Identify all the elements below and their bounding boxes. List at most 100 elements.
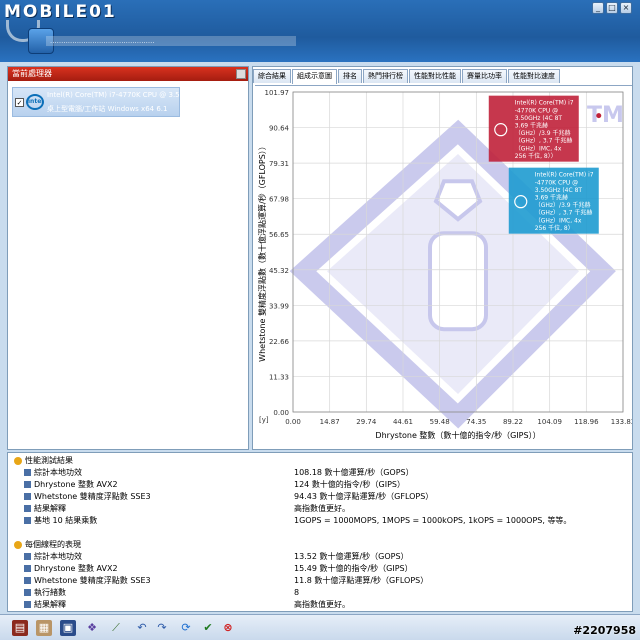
options-icon[interactable]: ❖: [84, 620, 100, 636]
watermark-text: TM: [587, 103, 624, 128]
result-row[interactable]: 結果解釋 高指數值更好。: [24, 599, 624, 610]
result-value: 8: [294, 588, 300, 597]
result-key: Dhrystone 整數 AVX2: [24, 479, 118, 490]
panel-close-button[interactable]: [236, 69, 246, 79]
result-key-label: Whetstone 雙精度浮點數 SSE3: [34, 576, 151, 585]
result-item-icon: [24, 481, 31, 488]
corner-label: [y]: [259, 416, 269, 424]
result-row[interactable]: 結果解釋 高指數值更好。: [24, 503, 624, 514]
cpu-label-text: -4770K CPU @: [515, 107, 558, 114]
processor-panel: 當前處理器 ✓ intel Intel(R) Core(TM) i7-4770K…: [7, 66, 249, 450]
y-tick-label: 22.66: [269, 338, 290, 346]
result-key: 基地 10 結果乘數: [24, 515, 97, 526]
clipboard-icon[interactable]: ▦: [36, 620, 52, 636]
result-key-label: 結果解釋: [34, 504, 66, 513]
tab-power-ratio[interactable]: 賽量比功率: [462, 69, 507, 83]
bottom-toolbar: ▤ ▦ ▣ ❖ ⟋ ↶ ↷ ⟳ ✔ ⊗ #2207958: [0, 614, 640, 640]
tab-composition-chart[interactable]: 組成示意圖: [292, 69, 337, 84]
result-row[interactable]: Whetstone 雙精度浮點數 SSE3 94.43 數十億浮點運算/秒（GFL…: [24, 491, 624, 502]
ok-icon[interactable]: ✔: [200, 620, 216, 636]
tab-overall-results[interactable]: 綜合結果: [253, 69, 291, 83]
cpu-label-text: （GHz）/3.9 千兆赫: [515, 129, 571, 137]
y-tick-label: 90.64: [269, 125, 290, 133]
cpu-label-text: -4770K CPU @: [535, 179, 578, 186]
data-point: [596, 113, 602, 119]
cpu-label-text: 3.50GHz (4C 8T: [515, 115, 563, 122]
scatter-chart: TM 0.00 11.33 22.66 33.99 45.32 56.65 67.98 79.3…: [257, 89, 635, 440]
tab-performance-compare[interactable]: 性能對比性能: [409, 69, 461, 83]
chart-icon[interactable]: ⟋: [108, 620, 124, 636]
result-item-icon: [24, 601, 31, 608]
chart-panel: 綜合結果 組成示意圖 排名 熱門排行榜 性能對比性能 賽量比功率 性能對比速度 …: [252, 66, 635, 450]
result-key: Dhrystone 整數 AVX2: [24, 563, 118, 574]
x-tick-label: 118.96: [574, 418, 599, 426]
result-value: 108.18 數十億運算/秒（GOPS）: [294, 468, 414, 477]
result-row[interactable]: Dhrystone 整數 AVX2 124 數十億的指令/秒（GIPS）: [24, 479, 624, 490]
results-group-per-thread[interactable]: 每個線程的表現: [14, 539, 81, 550]
back-icon[interactable]: ↶: [134, 620, 150, 636]
results-panel: 性能測試結果 每個線程的表現 綜計本地功效 108.18 數十億運算/秒（GOPS…: [7, 452, 633, 612]
watermark-letter: [428, 231, 488, 332]
y-tick-label: 56.65: [269, 231, 289, 239]
y-tick-label: 0.00: [273, 409, 289, 417]
group-icon: [14, 456, 22, 465]
tab-top-list[interactable]: 熱門排行榜: [363, 69, 408, 83]
group-title: 性能測試結果: [25, 456, 73, 465]
result-item-icon: [24, 553, 31, 560]
result-key: 結果解釋: [24, 599, 66, 610]
result-value: 124 數十億的指令/秒（GIPS）: [294, 480, 405, 489]
result-item-icon: [24, 589, 31, 596]
app-logo: MOBILE01: [4, 2, 117, 22]
results-group-benchmark[interactable]: 性能測試結果: [14, 455, 73, 466]
result-row[interactable]: 綜計本地功效 13.52 數十億運算/秒（GOPS）: [24, 551, 624, 562]
result-item-icon: [24, 505, 31, 512]
x-tick-label: 133.83: [611, 418, 632, 426]
close-button[interactable]: ×: [620, 2, 632, 14]
result-item-icon: [24, 565, 31, 572]
x-tick-label: 0.00: [285, 418, 301, 426]
save-icon[interactable]: ▣: [60, 620, 76, 636]
cpu-description: 桌上型電腦/工作站 Windows x64 6.1: [47, 105, 168, 113]
maximize-button[interactable]: □: [606, 2, 618, 14]
result-value: 94.43 數十億浮點運算/秒（GFLOPS）: [294, 492, 434, 501]
group-icon: [14, 540, 22, 549]
result-key-label: 基地 10 結果乘數: [34, 516, 98, 525]
app-subtitle: ........................................…: [46, 36, 296, 46]
result-row[interactable]: 執行緒數 8: [24, 587, 624, 598]
cpu-label-text: Intel(R) Core(TM) i7: [515, 100, 574, 107]
cpu-checkbox[interactable]: ✓: [15, 98, 24, 107]
result-value: 13.52 數十億運算/秒（GOPS）: [294, 552, 409, 561]
x-tick-label: 29.74: [356, 418, 377, 426]
title-bar: MOBILE01 ...............................…: [0, 0, 640, 62]
result-row[interactable]: Whetstone 雙精度浮點數 SSE3 11.8 數十億浮點運算/秒（GFLO…: [24, 575, 624, 586]
refresh-icon[interactable]: ⟳: [178, 620, 194, 636]
cpu-label-text: Intel(R) Core(TM) i7: [535, 172, 594, 179]
result-key-label: 執行緒數: [34, 588, 66, 597]
tab-ranking[interactable]: 排名: [338, 69, 362, 83]
result-row[interactable]: 基地 10 結果乘數 1GOPS = 1000MOPS, 1MOPS = 1000…: [24, 515, 624, 526]
result-row[interactable]: Dhrystone 整數 AVX2 15.49 數十億的指令/秒（GIPS）: [24, 563, 624, 574]
cpu-label-text: 3.69 千兆赫: [535, 193, 568, 201]
result-item-icon: [24, 517, 31, 524]
cpu-label-text: 3.69 千兆赫: [515, 121, 548, 129]
forward-icon[interactable]: ↷: [154, 620, 170, 636]
cpu-label-text: （GHz）, 3.7 千兆赫: [515, 137, 573, 145]
y-tick-label: 67.98: [269, 196, 289, 204]
cpu-label-text: 256 千位, 8）: [535, 224, 574, 232]
processor-panel-title: 當前處理器: [12, 69, 52, 78]
result-value: 15.49 數十億的指令/秒（GIPS）: [294, 564, 413, 573]
cpu-list-item[interactable]: ✓ intel Intel(R) Core(TM) i7-4770K CPU @…: [12, 87, 198, 117]
report-icon[interactable]: ▤: [12, 620, 28, 636]
result-row[interactable]: 綜計本地功效 108.18 數十億運算/秒（GOPS）: [24, 467, 624, 478]
result-value: 高指數值更好。: [294, 504, 350, 513]
cancel-icon[interactable]: ⊗: [220, 620, 236, 636]
result-key-label: Dhrystone 整數 AVX2: [34, 480, 118, 489]
minimize-button[interactable]: _: [592, 2, 604, 14]
result-key: 執行緒數: [24, 587, 66, 598]
x-tick-label: 74.35: [466, 418, 486, 426]
result-key: 綜計本地功效: [24, 467, 82, 478]
tab-speed-compare[interactable]: 性能對比速度: [508, 69, 560, 83]
result-key-label: Dhrystone 整數 AVX2: [34, 564, 118, 573]
x-tick-label: 104.09: [537, 418, 562, 426]
x-axis-label: Dhrystone 整數（數十億的指令/秒（GIPS））: [375, 430, 540, 440]
